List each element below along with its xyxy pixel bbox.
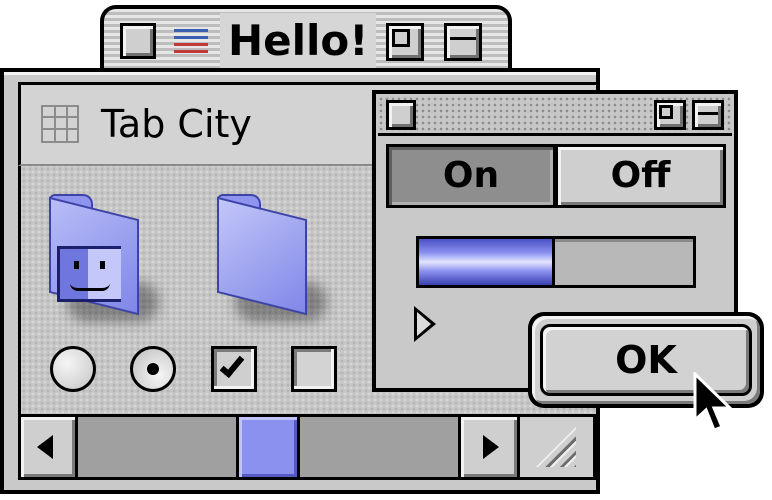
floating-window-title-bar[interactable] <box>378 96 732 136</box>
floating-collapse-box-icon[interactable] <box>692 100 724 130</box>
floating-zoom-box-icon[interactable] <box>654 100 686 130</box>
collapse-box-icon[interactable] <box>444 23 482 61</box>
scroll-thumb[interactable] <box>236 417 300 477</box>
window-title: Hello! <box>220 13 377 69</box>
header-title: Tab City <box>101 102 252 146</box>
radio-selected-dot <box>147 363 159 375</box>
window-title-tab[interactable]: Hello! <box>100 5 512 75</box>
horizontal-scrollbar[interactable] <box>18 414 596 480</box>
scroll-left-button[interactable] <box>21 417 75 477</box>
checkbox-1[interactable] <box>211 346 257 392</box>
apple-menu-lines-icon <box>174 29 208 55</box>
scroll-right-button[interactable] <box>461 417 517 477</box>
progress-fill <box>419 239 555 285</box>
disclosure-triangle-icon[interactable] <box>414 306 436 342</box>
right-arrow-icon <box>483 435 499 459</box>
radio-button-2[interactable] <box>130 346 176 392</box>
segment-on[interactable]: On <box>389 147 553 205</box>
checkbox-2[interactable] <box>291 346 337 392</box>
resize-grip-icon[interactable] <box>520 417 593 477</box>
folder-icon[interactable] <box>211 194 327 334</box>
scroll-track[interactable] <box>78 417 458 477</box>
mouse-cursor-icon <box>693 372 734 432</box>
checkmark-icon <box>219 351 245 379</box>
floating-close-box-icon[interactable] <box>386 100 416 130</box>
grid-icon <box>41 105 79 143</box>
left-arrow-icon <box>37 435 53 459</box>
segmented-control: On Off <box>386 144 726 208</box>
segment-off[interactable]: Off <box>558 147 723 205</box>
close-box-icon[interactable] <box>120 23 156 59</box>
radio-button-1[interactable] <box>50 346 96 392</box>
zoom-box-icon[interactable] <box>386 23 424 61</box>
finder-folder-icon[interactable] <box>43 194 159 334</box>
progress-bar <box>416 236 696 288</box>
